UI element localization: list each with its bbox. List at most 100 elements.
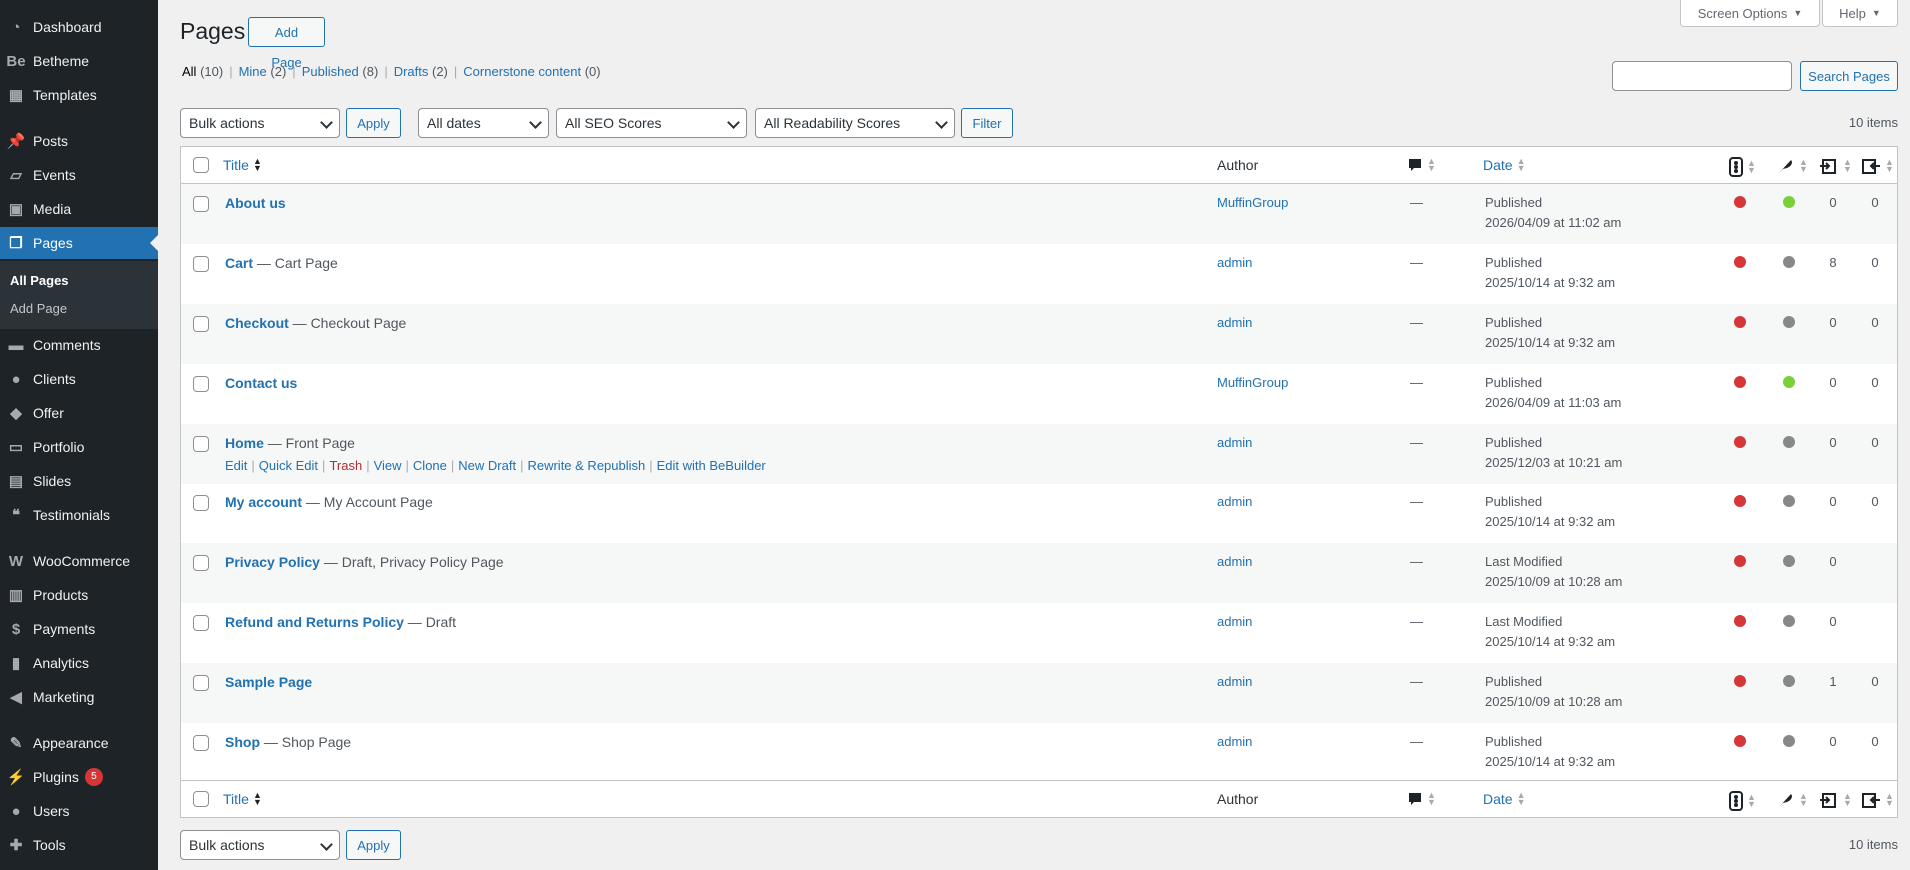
sidebar-item-testimonials[interactable]: ❝ Testimonials: [0, 499, 158, 531]
column-incoming-links[interactable]: ▲ ▼: [1861, 791, 1894, 809]
row-checkbox[interactable]: [193, 735, 209, 751]
add-page-button[interactable]: Add Page: [248, 17, 325, 70]
select-all-checkbox[interactable]: [193, 791, 209, 807]
page-title-link[interactable]: Sample Page: [225, 674, 312, 690]
sidebar-item-clients[interactable]: ● Clients: [0, 363, 158, 395]
column-internal-links[interactable]: ▲ ▼: [1819, 791, 1852, 809]
date-filter-select[interactable]: All dates: [418, 108, 549, 138]
column-internal-links[interactable]: ▲ ▼: [1819, 157, 1852, 175]
sidebar-item-offer[interactable]: ◆ Offer: [0, 397, 158, 429]
page-title-link[interactable]: About us: [225, 195, 286, 211]
filter-button[interactable]: Filter: [961, 108, 1013, 138]
search-pages-button[interactable]: Search Pages: [1800, 61, 1898, 91]
column-date[interactable]: Date ▲ ▼: [1483, 791, 1526, 808]
submenu-add-page[interactable]: Add Page: [10, 301, 67, 316]
page-title-link[interactable]: Cart: [225, 255, 253, 271]
sidebar-item-templates[interactable]: ▦ Templates: [0, 79, 158, 111]
seo-score-select[interactable]: All SEO Scores: [556, 108, 747, 138]
author-link[interactable]: admin: [1217, 435, 1252, 450]
apply-button-bottom[interactable]: Apply: [346, 830, 401, 860]
row-action-clone[interactable]: Clone: [413, 458, 447, 473]
view-mine[interactable]: Mine (2): [239, 64, 287, 79]
row-checkbox[interactable]: [193, 376, 209, 392]
screen-options-button[interactable]: Screen Options ▼: [1680, 0, 1820, 27]
row-action-rewrite-republish[interactable]: Rewrite & Republish: [527, 458, 645, 473]
column-readability[interactable]: ▲ ▼: [1777, 791, 1808, 809]
column-incoming-links[interactable]: ▲ ▼: [1861, 157, 1894, 175]
row-checkbox[interactable]: [193, 196, 209, 212]
view-published[interactable]: Published (8): [302, 64, 379, 79]
bulk-actions-select[interactable]: Bulk actions: [180, 108, 340, 138]
author-link[interactable]: admin: [1217, 315, 1252, 330]
sidebar-item-marketing[interactable]: ◀ Marketing: [0, 681, 158, 713]
row-checkbox[interactable]: [193, 436, 209, 452]
sidebar-item-slides[interactable]: ▤ Slides: [0, 465, 158, 497]
submenu-all-pages[interactable]: All Pages: [10, 273, 69, 288]
row-action-edit[interactable]: Edit: [225, 458, 247, 473]
sidebar-item-comments[interactable]: ▬ Comments: [0, 329, 158, 361]
sidebar-item-products[interactable]: ▥ Products: [0, 579, 158, 611]
sidebar-item-tools[interactable]: ✚ Tools: [0, 829, 158, 861]
apply-button[interactable]: Apply: [346, 108, 401, 138]
sidebar-item-appearance[interactable]: ✎ Appearance: [0, 727, 158, 759]
readability-select[interactable]: All Readability Scores: [755, 108, 955, 138]
sidebar-item-media[interactable]: ▣ Media: [0, 193, 158, 225]
page-title-link[interactable]: Refund and Returns Policy: [225, 614, 404, 630]
author-link[interactable]: MuffinGroup: [1217, 375, 1288, 390]
row-action-edit-with-bebuilder[interactable]: Edit with BeBuilder: [657, 458, 766, 473]
sidebar-item-pages[interactable]: ❐ Pages: [0, 227, 158, 259]
sidebar-item-users[interactable]: ● Users: [0, 795, 158, 827]
row-action-new-draft[interactable]: New Draft: [458, 458, 516, 473]
page-state: — Checkout Page: [288, 315, 407, 331]
row-checkbox[interactable]: [193, 495, 209, 511]
page-title-link[interactable]: Shop: [225, 734, 260, 750]
readability-score-dot: [1783, 555, 1795, 567]
sidebar-item-woocommerce[interactable]: W WooCommerce: [0, 545, 158, 577]
author-link[interactable]: MuffinGroup: [1217, 195, 1288, 210]
page-title-link[interactable]: Checkout: [225, 315, 289, 331]
author-link[interactable]: admin: [1217, 494, 1252, 509]
row-action-view[interactable]: View: [374, 458, 402, 473]
help-label: Help: [1839, 5, 1866, 21]
sidebar-item-portfolio[interactable]: ▭ Portfolio: [0, 431, 158, 463]
view-drafts[interactable]: Drafts (2): [394, 64, 448, 79]
column-date[interactable]: Date ▲ ▼: [1483, 157, 1526, 174]
sidebar-item-dashboard[interactable]: ◔ Dashboard: [0, 11, 158, 43]
sidebar-item-betheme[interactable]: Be Betheme: [0, 45, 158, 77]
help-button[interactable]: Help ▼: [1822, 0, 1898, 27]
column-readability[interactable]: ▲ ▼: [1777, 157, 1808, 175]
column-comments[interactable]: ▲ ▼: [1407, 791, 1436, 807]
row-checkbox[interactable]: [193, 675, 209, 691]
betheme-icon: Be: [6, 52, 26, 70]
sidebar-item-payments[interactable]: $ Payments: [0, 613, 158, 645]
search-input[interactable]: [1612, 61, 1792, 91]
author-link[interactable]: admin: [1217, 614, 1252, 629]
page-title-link[interactable]: Contact us: [225, 375, 297, 391]
author-link[interactable]: admin: [1217, 255, 1252, 270]
author-link[interactable]: admin: [1217, 554, 1252, 569]
column-seo-score[interactable]: ▲ ▼: [1729, 791, 1756, 811]
view-cornerstone[interactable]: Cornerstone content (0): [463, 64, 600, 79]
select-all-checkbox[interactable]: [193, 157, 209, 173]
column-title[interactable]: Title ▲ ▼: [223, 157, 262, 174]
column-title[interactable]: Title ▲ ▼: [223, 791, 262, 808]
row-checkbox[interactable]: [193, 615, 209, 631]
page-title-link[interactable]: My account: [225, 494, 302, 510]
row-action-trash[interactable]: Trash: [329, 458, 362, 473]
sidebar-item-plugins[interactable]: ⚡ Plugins 5: [0, 761, 158, 793]
author-link[interactable]: admin: [1217, 674, 1252, 689]
row-checkbox[interactable]: [193, 256, 209, 272]
row-checkbox[interactable]: [193, 316, 209, 332]
row-checkbox[interactable]: [193, 555, 209, 571]
page-title-link[interactable]: Home: [225, 435, 264, 451]
sidebar-item-events[interactable]: ▱ Events: [0, 159, 158, 191]
bulk-actions-select-bottom[interactable]: Bulk actions: [180, 830, 340, 860]
row-action-quick-edit[interactable]: Quick Edit: [259, 458, 318, 473]
page-title-link[interactable]: Privacy Policy: [225, 554, 320, 570]
sidebar-item-analytics[interactable]: ▮ Analytics: [0, 647, 158, 679]
column-comments[interactable]: ▲ ▼: [1407, 157, 1436, 173]
view-all[interactable]: All (10): [182, 64, 223, 79]
column-seo-score[interactable]: ▲ ▼: [1729, 157, 1756, 177]
sidebar-item-posts[interactable]: 📌 Posts: [0, 125, 158, 157]
author-link[interactable]: admin: [1217, 734, 1252, 749]
